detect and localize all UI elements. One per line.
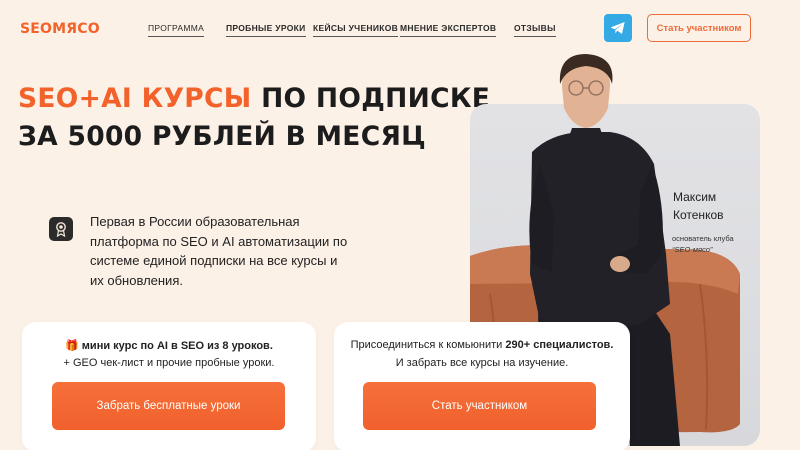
speaker-club: “SEO-мясо” <box>672 245 713 254</box>
speaker-role: основатель клуба “SEO-мясо” <box>672 233 762 255</box>
nav-item-student-cases[interactable]: КЕЙСЫ УЧЕНИКОВ <box>313 23 399 37</box>
speaker-role-title: основатель клуба <box>672 234 734 243</box>
card-line1-text: Присоединиться к комьюнити <box>350 339 506 351</box>
hero-description: Первая в России образовательная платформ… <box>90 214 348 288</box>
card-line1-bold: 290+ специалистов. <box>505 339 614 351</box>
telegram-icon <box>610 22 625 34</box>
card-line1: Присоединиться к комьюнити 290+ специали… <box>334 339 630 351</box>
speaker-first-name: Максим <box>673 190 717 204</box>
gift-icon: 🎁 <box>65 340 79 352</box>
nav-item-reviews[interactable]: ОТЗЫВЫ <box>514 23 556 37</box>
join-button-header[interactable]: Стать участником <box>647 14 751 42</box>
get-free-lessons-button[interactable]: Забрать бесплатные уроки <box>52 382 285 430</box>
join-community-card: Присоединиться к комьюнити 290+ специали… <box>334 322 630 450</box>
telegram-button[interactable] <box>604 14 632 42</box>
hero-headline: SEO+AI КУРСЫ ПО ПОДПИСКЕ ЗА 5000 РУБЛЕЙ … <box>18 80 490 156</box>
speaker-name: Максим Котенков <box>673 188 724 224</box>
free-lessons-card: 🎁 мини курс по AI в SEO из 8 уроков. + GE… <box>22 322 316 450</box>
speaker-last-name: Котенков <box>673 208 724 222</box>
award-icon <box>49 217 73 241</box>
headline-rest: ПО ПОДПИСКЕ <box>251 83 491 114</box>
headline-accent: SEO+AI КУРСЫ <box>18 83 252 114</box>
nav-item-trial-lessons[interactable]: ПРОБНЫЕ УРОКИ <box>226 23 306 37</box>
join-button[interactable]: Стать участником <box>363 382 596 430</box>
headline-line2: ЗА 5000 РУБЛЕЙ В МЕСЯЦ <box>18 121 427 152</box>
nav-item-expert-opinions[interactable]: МНЕНИЕ ЭКСПЕРТОВ <box>400 23 497 37</box>
card-line1-text: мини курс по AI в SEO из 8 уроков. <box>81 340 273 352</box>
card-line2: + GEO чек-лист и прочие пробные уроки. <box>63 357 275 369</box>
logo[interactable]: SEOMЯСО <box>20 21 100 37</box>
nav-item-program[interactable]: ПРОГРАММА <box>148 23 205 37</box>
speaker-head <box>559 54 613 140</box>
card-line1: 🎁 мини курс по AI в SEO из 8 уроков. <box>22 339 316 352</box>
card-line2: И забрать все курсы на изучение. <box>395 357 569 369</box>
